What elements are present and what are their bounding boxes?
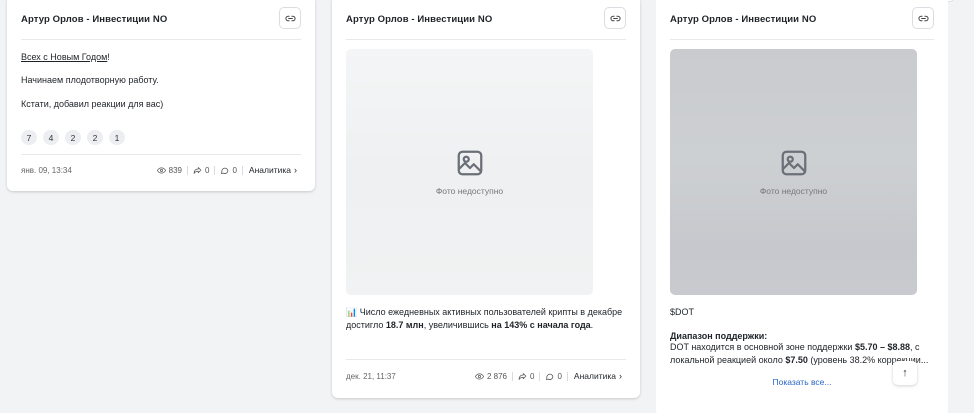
post-photo-placeholder[interactable]: Фото недоступно [670,49,917,295]
post-stats: 839 0 0 Аналитика › [152,165,297,175]
feed-page: Артур Орлов - Инвестиции NO Всех с Новым… [0,0,974,413]
post-header: Артур Орлов - Инвестиции NO [21,7,301,35]
text-bold: $5.70 – $8.88 [854,342,910,352]
views-stat: 2 876 [470,371,514,381]
copy-link-button[interactable] [279,7,301,29]
link-icon [284,15,296,21]
text-part: . [590,320,594,330]
eye-icon [156,166,166,174]
share-icon [518,372,527,380]
post-card: Артур Орлов - Инвестиции NO Всех с Новым… [7,0,315,191]
chart-emoji-icon: 📊 [346,307,358,317]
image-icon [781,150,806,176]
copy-link-button[interactable] [912,7,934,29]
reaction-chip[interactable]: 4 [43,130,59,145]
text-bold: 18.7 млн [385,320,424,330]
divider [21,154,301,155]
section-title-text: Диапазон поддержки: [670,331,768,341]
chevron-right-icon: › [619,371,622,381]
post-ticker: $DOT [670,307,695,317]
text-bold: $7.50 [785,355,808,365]
comment-icon [546,373,554,380]
views-count: 839 [168,165,183,175]
arrow-up-icon: ↑ [902,367,908,379]
link-icon [609,15,621,21]
analytics-link[interactable]: Аналитика › [249,165,297,175]
analytics-link[interactable]: Аналитика › [574,371,622,381]
post-text-suffix: ! [107,52,110,62]
post-photo-placeholder[interactable]: Фото недоступно [346,49,593,295]
scroll-to-top-button[interactable]: ↑ [893,361,917,385]
views-count: 2 876 [486,371,508,381]
channel-name[interactable]: Артур Орлов - Инвестиции NO [670,14,816,25]
divider [346,39,626,40]
photo-unavailable-label: Фото недоступно [435,186,504,196]
comments-stat: 0 [215,165,243,175]
divider [346,359,626,360]
analytics-label: Аналитика [248,165,291,175]
post-stats: 2 876 0 0 Аналитика › [470,371,622,381]
post-text: 📊 Число ежедневных активных пользователе… [346,306,626,332]
divider [670,39,934,40]
reaction-chip[interactable]: 1 [109,130,125,145]
shares-count: 0 [205,165,210,175]
post-link[interactable]: Всех с Новым Годом [21,52,107,62]
share-icon [193,166,202,174]
shares-stat: 0 [188,165,216,175]
text-part: , увеличившись [423,320,492,330]
comment-icon [221,167,229,174]
post-text-line: Всех с Новым Годом! [21,51,301,64]
comments-stat: 0 [540,371,568,381]
comments-count: 0 [232,165,237,175]
text-part: DOT находится в основной зоне поддержки [670,342,855,352]
reaction-chip[interactable]: 2 [87,130,103,145]
chevron-right-icon: › [294,165,297,175]
image-icon [457,150,482,176]
post-footer: янв. 09, 13:34 839 0 0 Аналитика › [21,163,297,177]
post-text-line: Кстати, добавил реакции для вас) [21,99,164,109]
post-card: Артур Орлов - Инвестиции NO Фото недосту… [656,0,948,413]
channel-name[interactable]: Артур Орлов - Инвестиции NO [21,14,167,25]
post-date: янв. 09, 13:34 [21,165,72,175]
shares-stat: 0 [513,371,541,381]
text-bold: на 143% с начала года [491,320,591,330]
reaction-chip[interactable]: 2 [65,130,81,145]
post-footer: дек. 21, 11:37 2 876 0 0 Аналитика › [346,369,622,383]
comments-count: 0 [557,371,562,381]
divider [21,39,301,40]
post-card: Артур Орлов - Инвестиции NO Фото недосту… [332,0,640,398]
photo-unavailable-label: Фото недоступно [759,186,828,196]
channel-name[interactable]: Артур Орлов - Инвестиции NO [346,14,492,25]
post-header: Артур Орлов - Инвестиции NO [670,7,934,35]
eye-icon [474,372,484,380]
link-icon [917,15,929,21]
post-date: дек. 21, 11:37 [346,371,396,381]
reaction-chip[interactable]: 7 [21,130,37,145]
shares-count: 0 [530,371,535,381]
analytics-label: Аналитика [573,371,616,381]
views-stat: 839 [152,165,189,175]
post-text-line: Начинаем плодотворную работу. [21,75,159,85]
reactions-row: 7 4 2 2 1 [21,130,125,145]
copy-link-button[interactable] [604,7,626,29]
post-header: Артур Орлов - Инвестиции NO [346,7,626,35]
